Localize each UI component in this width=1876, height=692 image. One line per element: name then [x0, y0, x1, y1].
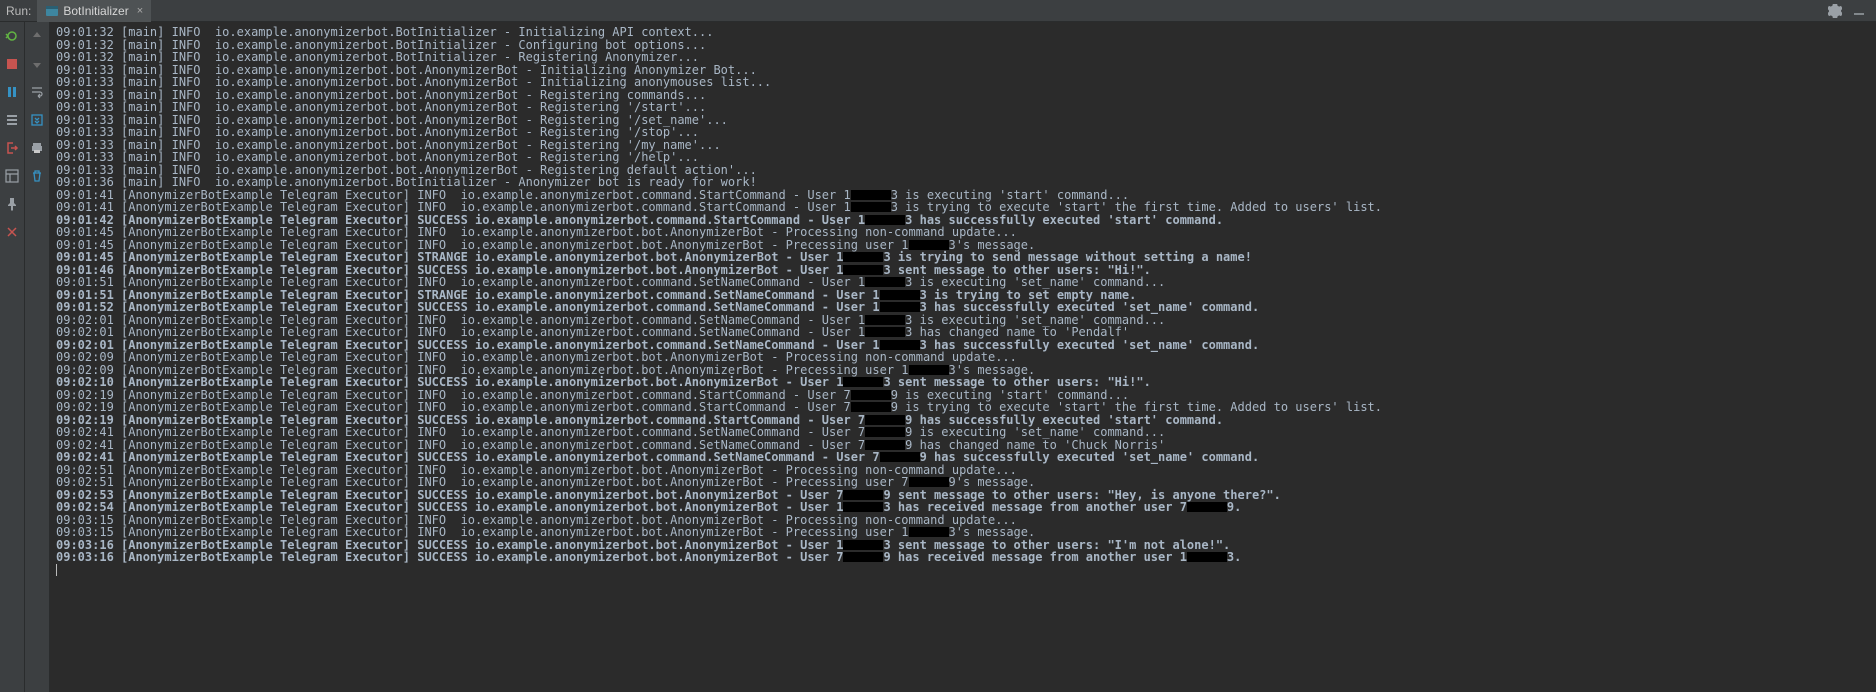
log-line: 09:01:41 [AnonymizerBotExample Telegram …	[56, 201, 1876, 214]
redacted	[909, 477, 949, 487]
log-line: 09:01:45 [AnonymizerBotExample Telegram …	[56, 251, 1876, 264]
pin-icon[interactable]	[4, 196, 20, 212]
redacted	[843, 265, 883, 275]
redacted	[1187, 502, 1227, 512]
redacted	[865, 440, 905, 450]
run-config-tab-label: BotInitializer	[63, 4, 128, 18]
redacted	[909, 527, 949, 537]
log-line: 09:02:01 [AnonymizerBotExample Telegram …	[56, 326, 1876, 339]
redacted	[880, 452, 920, 462]
log-line: 09:01:33 [main] INFO io.example.anonymiz…	[56, 76, 1876, 89]
up-icon[interactable]	[29, 28, 45, 44]
rerun-icon[interactable]	[4, 28, 20, 44]
minimize-icon[interactable]	[1852, 4, 1866, 18]
redacted	[843, 490, 883, 500]
clear-all-icon[interactable]	[29, 168, 45, 184]
log-line: 09:01:33 [main] INFO io.example.anonymiz…	[56, 151, 1876, 164]
log-line: 09:01:33 [main] INFO io.example.anonymiz…	[56, 101, 1876, 114]
log-line: 09:02:09 [AnonymizerBotExample Telegram …	[56, 351, 1876, 364]
redacted	[843, 552, 883, 562]
redacted	[880, 340, 920, 350]
log-line: 09:01:32 [main] INFO io.example.anonymiz…	[56, 26, 1876, 39]
redacted	[1187, 552, 1227, 562]
settings-icon[interactable]	[1828, 4, 1842, 18]
soft-wrap-icon[interactable]	[29, 84, 45, 100]
run-tool-header: Run: BotInitializer ×	[0, 0, 1876, 22]
exit-icon[interactable]	[4, 140, 20, 156]
run-actions-column	[0, 22, 25, 692]
redacted	[865, 277, 905, 287]
redacted	[843, 502, 883, 512]
console-actions-column	[25, 22, 50, 692]
log-line: 09:01:52 [AnonymizerBotExample Telegram …	[56, 301, 1876, 314]
redacted	[865, 327, 905, 337]
redacted	[843, 540, 883, 550]
redacted	[851, 190, 891, 200]
close-icon[interactable]	[4, 224, 20, 240]
log-line: 09:02:10 [AnonymizerBotExample Telegram …	[56, 376, 1876, 389]
print-icon[interactable]	[29, 140, 45, 156]
redacted	[909, 365, 949, 375]
run-config-tab[interactable]: BotInitializer ×	[37, 0, 151, 22]
redacted	[865, 427, 905, 437]
log-line: 09:02:41 [AnonymizerBotExample Telegram …	[56, 451, 1876, 464]
run-label: Run:	[6, 4, 31, 18]
redacted	[880, 290, 920, 300]
redacted	[851, 402, 891, 412]
log-line: 09:02:54 [AnonymizerBotExample Telegram …	[56, 501, 1876, 514]
console-output[interactable]: 09:01:32 [main] INFO io.example.anonymiz…	[50, 22, 1876, 692]
log-line: 09:01:33 [main] INFO io.example.anonymiz…	[56, 126, 1876, 139]
log-line: 09:02:19 [AnonymizerBotExample Telegram …	[56, 401, 1876, 414]
close-icon[interactable]: ×	[137, 5, 143, 17]
stop-icon[interactable]	[4, 56, 20, 72]
redacted	[843, 252, 883, 262]
redacted	[851, 390, 891, 400]
down-icon[interactable]	[29, 56, 45, 72]
redacted	[909, 240, 949, 250]
log-line: 09:01:36 [main] INFO io.example.anonymiz…	[56, 176, 1876, 189]
redacted	[865, 215, 905, 225]
log-line: 09:01:32 [main] INFO io.example.anonymiz…	[56, 51, 1876, 64]
caret	[56, 564, 57, 576]
layout-icon[interactable]	[4, 168, 20, 184]
application-icon	[45, 4, 59, 18]
dump-threads-icon[interactable]	[4, 112, 20, 128]
redacted	[851, 202, 891, 212]
log-line: 09:01:45 [AnonymizerBotExample Telegram …	[56, 226, 1876, 239]
pause-icon[interactable]	[4, 84, 20, 100]
log-line: 09:03:15 [AnonymizerBotExample Telegram …	[56, 526, 1876, 539]
scroll-to-end-icon[interactable]	[29, 112, 45, 128]
redacted	[865, 315, 905, 325]
redacted	[865, 415, 905, 425]
log-line: 09:02:41 [AnonymizerBotExample Telegram …	[56, 426, 1876, 439]
redacted	[880, 302, 920, 312]
redacted	[843, 377, 883, 387]
log-line: 09:01:51 [AnonymizerBotExample Telegram …	[56, 276, 1876, 289]
log-line: 09:03:16 [AnonymizerBotExample Telegram …	[56, 551, 1876, 564]
log-line: 09:02:51 [AnonymizerBotExample Telegram …	[56, 476, 1876, 489]
